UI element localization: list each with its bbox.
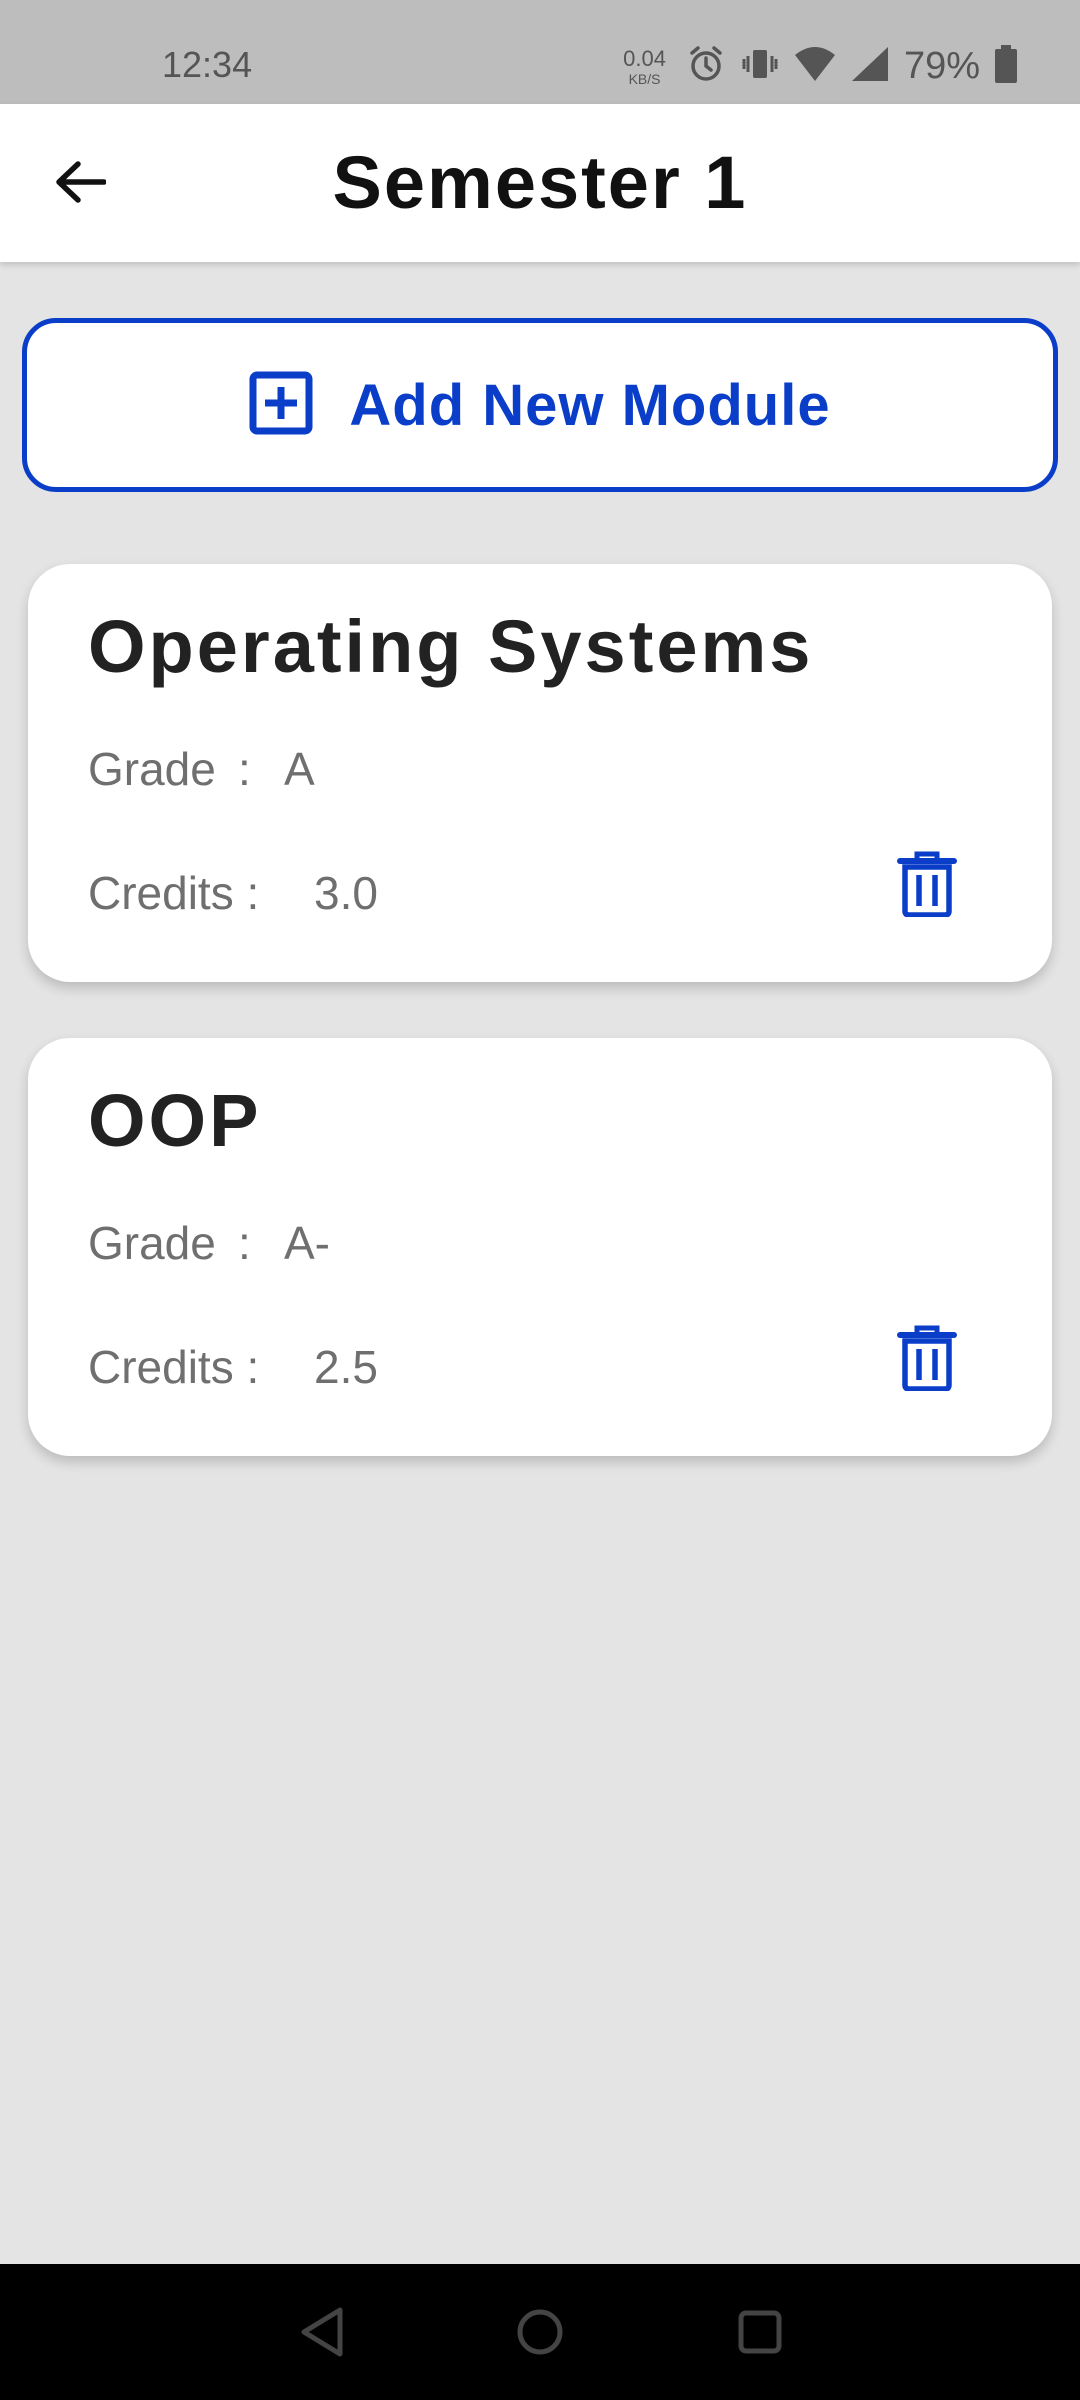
battery-icon bbox=[994, 44, 1018, 89]
grade-separator: : bbox=[238, 743, 251, 795]
module-name: OOP bbox=[88, 1079, 262, 1162]
nav-back-button[interactable] bbox=[282, 2294, 362, 2374]
circle-home-icon bbox=[515, 2307, 565, 2362]
add-module-button[interactable]: Add New Module bbox=[22, 318, 1058, 492]
trash-icon bbox=[897, 1325, 957, 1396]
network-speed: 0.04 KB/S bbox=[623, 45, 666, 87]
nav-recents-button[interactable] bbox=[720, 2294, 800, 2374]
app-bar: Semester 1 bbox=[0, 104, 1080, 262]
delete-module-button[interactable] bbox=[892, 846, 962, 926]
grade-value: A- bbox=[284, 1217, 330, 1269]
grade-row: Grade : A bbox=[88, 742, 315, 796]
grade-row: Grade : A- bbox=[88, 1216, 330, 1270]
square-recents-icon bbox=[736, 2308, 784, 2361]
trash-icon bbox=[897, 851, 957, 922]
nav-home-button[interactable] bbox=[500, 2294, 580, 2374]
vibrate-icon bbox=[740, 44, 780, 89]
wifi-icon bbox=[794, 45, 836, 88]
credits-label: Credits : bbox=[88, 867, 260, 919]
add-module-label: Add New Module bbox=[349, 372, 831, 438]
credits-label: Credits : bbox=[88, 1341, 260, 1393]
network-speed-value: 0.04 bbox=[623, 45, 666, 71]
page-title: Semester 1 bbox=[332, 141, 748, 224]
credits-value: 3.0 bbox=[314, 867, 378, 919]
grade-label: Grade bbox=[88, 1217, 216, 1269]
credits-row: Credits : 3.0 bbox=[88, 866, 378, 920]
status-time: 12:34 bbox=[162, 44, 253, 85]
module-name: Operating Systems bbox=[88, 605, 814, 688]
credits-value: 2.5 bbox=[314, 1341, 378, 1393]
network-speed-unit: KB/S bbox=[628, 70, 661, 87]
add-box-icon bbox=[249, 371, 313, 440]
module-card[interactable]: Operating Systems Grade : A Credits : 3.… bbox=[28, 564, 1052, 982]
status-bar: 12:34 0.04 KB/S 79% bbox=[0, 0, 1080, 104]
grade-label: Grade bbox=[88, 743, 216, 795]
alarm-icon bbox=[686, 44, 726, 89]
system-nav-bar bbox=[0, 2264, 1080, 2400]
battery-percent: 79% bbox=[903, 45, 980, 87]
signal-icon bbox=[850, 45, 890, 88]
credits-row: Credits : 2.5 bbox=[88, 1340, 378, 1394]
grade-separator: : bbox=[238, 1217, 251, 1269]
triangle-back-icon bbox=[298, 2306, 346, 2363]
delete-module-button[interactable] bbox=[892, 1320, 962, 1400]
grade-value: A bbox=[284, 743, 315, 795]
module-card[interactable]: OOP Grade : A- Credits : 2.5 bbox=[28, 1038, 1052, 1456]
status-icons: 0.04 KB/S 79% bbox=[623, 44, 1018, 89]
